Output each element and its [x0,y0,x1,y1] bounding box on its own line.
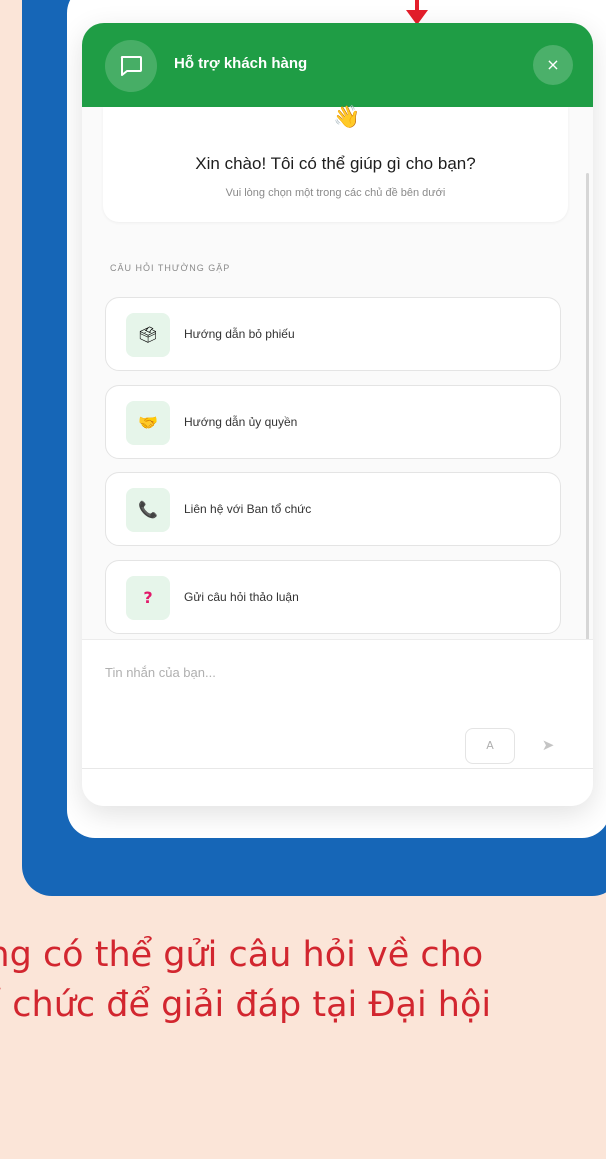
faq-item-contact-organizers[interactable]: 📞 Liên hệ với Ban tổ chức [105,472,561,546]
faq-item-submit-question[interactable]: ? Gửi câu hỏi thảo luận [105,560,561,634]
faq-item-label: Gửi câu hỏi thảo luận [184,590,299,604]
welcome-subtitle: Vui lòng chọn một trong các chủ đề bên d… [225,187,446,199]
message-composer: Tin nhắn của bạn... A ➤ [82,639,593,806]
caption-line-1: ông có thể gửi câu hỏi về cho [0,935,484,975]
divider [82,768,593,769]
message-input[interactable]: Tin nhắn của bạn... [105,665,216,680]
caption-line-2: tổ chức để giải đáp tại Đại hội [0,985,492,1025]
chat-scrollbar[interactable] [586,173,589,643]
phone-icon: 📞 [126,488,170,532]
chat-header-title: Hỗ trợ khách hàng [174,55,308,72]
caption: ông có thể gửi câu hỏi về cho tổ chức để… [0,935,606,1055]
phone-screen: Hỗ trợ khách hàng × 👋 Xin chào! Tôi có t… [67,0,606,838]
handshake-icon: 🤝 [126,401,170,445]
faq-item-proxy-guide[interactable]: 🤝 Hướng dẫn ủy quyền [105,385,561,459]
faq-item-label: Hướng dẫn ủy quyền [184,415,298,429]
phone-frame: Hỗ trợ khách hàng × 👋 Xin chào! Tôi có t… [22,0,606,896]
question-icon: ? [126,576,170,620]
faq-item-label: Hướng dẫn bỏ phiếu [184,327,295,341]
welcome-card: 👋 Xin chào! Tôi có thể giúp gì cho bạn? … [103,107,568,222]
send-button[interactable]: ➤ [528,728,568,762]
faq-item-label: Liên hệ với Ban tổ chức [184,502,312,516]
close-button[interactable]: × [533,45,573,85]
ballot-box-icon: 🗳 [126,313,170,357]
faq-item-voting-guide[interactable]: 🗳 Hướng dẫn bỏ phiếu [105,297,561,371]
waving-hand-icon: 👋 [333,105,361,130]
chat-header: Hỗ trợ khách hàng × [82,23,593,107]
faq-section-label: CÂU HỎI THƯỜNG GẶP [110,263,231,273]
text-format-button[interactable]: A [465,728,515,764]
welcome-title: Xin chào! Tôi có thể giúp gì cho bạn? [195,154,476,173]
chat-bubble-icon [105,40,157,92]
support-chat-widget: Hỗ trợ khách hàng × 👋 Xin chào! Tôi có t… [82,23,593,806]
